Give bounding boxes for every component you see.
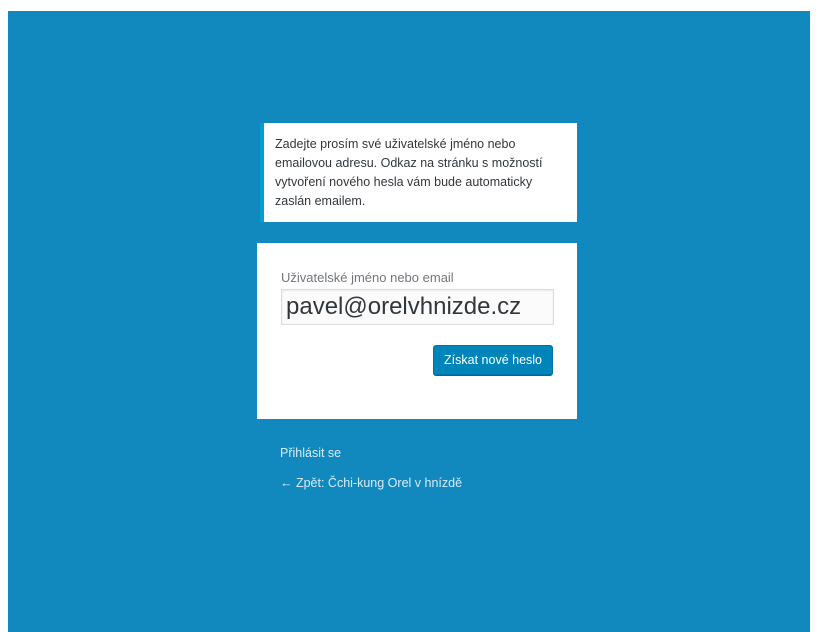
submit-row: Získat nové heslo [433,345,553,375]
nav-links: Přihlásit se ← Zpět: Čchi-kung Orel v hn… [280,446,462,490]
back-to-site-link[interactable]: ← Zpět: Čchi-kung Orel v hnízdě [280,476,462,490]
login-link[interactable]: Přihlásit se [280,446,462,460]
info-message: Zadejte prosím své uživatelské jméno neb… [260,123,577,222]
lost-password-form: Uživatelské jméno nebo email Získat nové… [257,243,577,419]
username-email-label: Uživatelské jméno nebo email [281,270,454,285]
info-message-text: Zadejte prosím své uživatelské jméno neb… [275,137,543,208]
username-email-input[interactable] [281,289,554,325]
get-new-password-button[interactable]: Získat nové heslo [433,345,553,375]
